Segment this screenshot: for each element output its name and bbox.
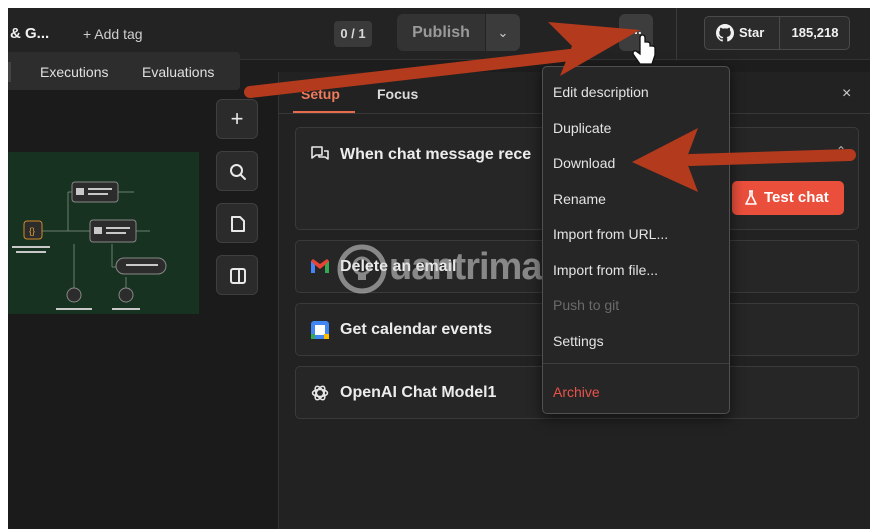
flask-icon bbox=[745, 190, 757, 205]
node-title: Get calendar events bbox=[340, 321, 493, 338]
test-chat-label: Test chat bbox=[764, 189, 829, 206]
active-tab-indicator bbox=[293, 111, 355, 113]
workflow-options-menu: Edit description Duplicate Download Rena… bbox=[542, 66, 730, 414]
menu-item-archive[interactable]: Archive bbox=[553, 384, 600, 400]
graph-node-label bbox=[16, 251, 46, 253]
graph-node-label bbox=[88, 193, 108, 195]
menu-divider bbox=[543, 363, 729, 364]
graph-node bbox=[66, 287, 82, 303]
menu-item-settings[interactable]: Settings bbox=[553, 333, 604, 349]
graph-node-label bbox=[12, 246, 50, 248]
publish-options-button[interactable]: ⌄ bbox=[486, 14, 520, 51]
menu-item-import-file[interactable]: Import from file... bbox=[553, 262, 658, 278]
github-icon bbox=[716, 24, 734, 42]
search-icon bbox=[230, 164, 246, 180]
graph-node-label bbox=[112, 308, 140, 310]
publish-button[interactable]: Publish bbox=[397, 14, 485, 51]
tab-executions[interactable]: Executions bbox=[40, 64, 108, 80]
more-options-button[interactable]: ... bbox=[619, 14, 653, 51]
google-calendar-icon bbox=[311, 321, 329, 339]
chat-icon bbox=[311, 146, 329, 160]
tab-indicator bbox=[8, 62, 11, 82]
test-chat-button[interactable]: Test chat bbox=[732, 181, 844, 215]
tab-setup[interactable]: Setup bbox=[301, 86, 340, 102]
graph-node-label bbox=[76, 188, 84, 195]
graph-node-label bbox=[88, 188, 112, 190]
divider bbox=[676, 8, 677, 60]
github-star-button[interactable]: Star bbox=[705, 17, 779, 49]
workflow-canvas[interactable]: {} + bbox=[8, 90, 278, 529]
plus-icon: + bbox=[230, 106, 244, 131]
workflow-graph: {} bbox=[12, 181, 167, 310]
graph-node-label bbox=[106, 227, 130, 229]
menu-item-download[interactable]: Download bbox=[553, 155, 615, 171]
gmail-icon bbox=[311, 259, 329, 273]
graph-node-label bbox=[126, 264, 158, 266]
graph-node-label: {} bbox=[29, 226, 35, 236]
sticky-note-button[interactable] bbox=[216, 203, 258, 243]
menu-item-push-to-git: Push to git bbox=[553, 297, 620, 313]
sticky-note-icon bbox=[231, 216, 245, 232]
add-node-button[interactable]: + bbox=[216, 99, 258, 139]
version-counter: 0 / 1 bbox=[334, 21, 372, 47]
node-title: When chat message rece bbox=[340, 146, 532, 163]
workflow-name[interactable]: & G... bbox=[10, 25, 49, 42]
github-star-group: Star 185,218 bbox=[704, 16, 850, 50]
menu-item-edit-description[interactable]: Edit description bbox=[553, 84, 649, 100]
menu-item-duplicate[interactable]: Duplicate bbox=[553, 120, 611, 136]
star-label: Star bbox=[739, 25, 765, 40]
workflow-preview: {} bbox=[8, 152, 199, 314]
graph-node bbox=[118, 287, 134, 303]
add-tag-button[interactable]: + Add tag bbox=[83, 26, 143, 42]
graph-node-label bbox=[56, 308, 92, 310]
graph-node-label bbox=[94, 227, 102, 234]
workflow-view-tabs: Executions Evaluations bbox=[8, 52, 240, 90]
close-icon[interactable]: × bbox=[842, 85, 851, 103]
tab-focus[interactable]: Focus bbox=[377, 86, 418, 102]
lightbulb-icon bbox=[337, 244, 387, 294]
openai-icon bbox=[311, 385, 329, 401]
search-nodes-button[interactable] bbox=[216, 151, 258, 191]
tab-evaluations[interactable]: Evaluations bbox=[142, 64, 214, 80]
star-count[interactable]: 185,218 bbox=[780, 17, 850, 49]
toggle-panel-button[interactable] bbox=[216, 255, 258, 295]
graph-node-label bbox=[106, 232, 126, 234]
app-window: & G... + Add tag 0 / 1 Publish ⌄ ... Sta… bbox=[8, 8, 870, 529]
menu-item-import-url[interactable]: Import from URL... bbox=[553, 226, 668, 242]
node-title: OpenAI Chat Model1 bbox=[340, 384, 497, 401]
panel-icon bbox=[230, 268, 246, 284]
chevron-down-icon: ⌄ bbox=[497, 25, 509, 40]
more-icon: ... bbox=[630, 21, 642, 37]
menu-item-rename[interactable]: Rename bbox=[553, 191, 606, 207]
chevron-up-icon[interactable]: ⌃ bbox=[836, 144, 846, 158]
